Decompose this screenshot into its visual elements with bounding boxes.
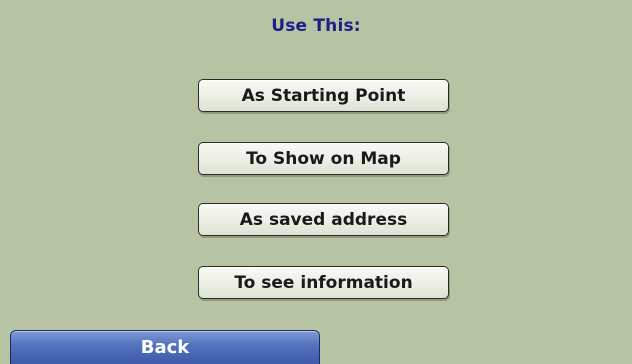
use-this-screen: Use This: As Starting Point To Show on M… <box>0 0 632 364</box>
to-see-information-button[interactable]: To see information <box>198 266 449 299</box>
as-starting-point-button[interactable]: As Starting Point <box>198 79 449 112</box>
back-button[interactable]: Back <box>10 330 320 364</box>
to-show-on-map-button[interactable]: To Show on Map <box>198 142 449 175</box>
page-title: Use This: <box>271 16 361 36</box>
as-saved-address-button[interactable]: As saved address <box>198 203 449 236</box>
